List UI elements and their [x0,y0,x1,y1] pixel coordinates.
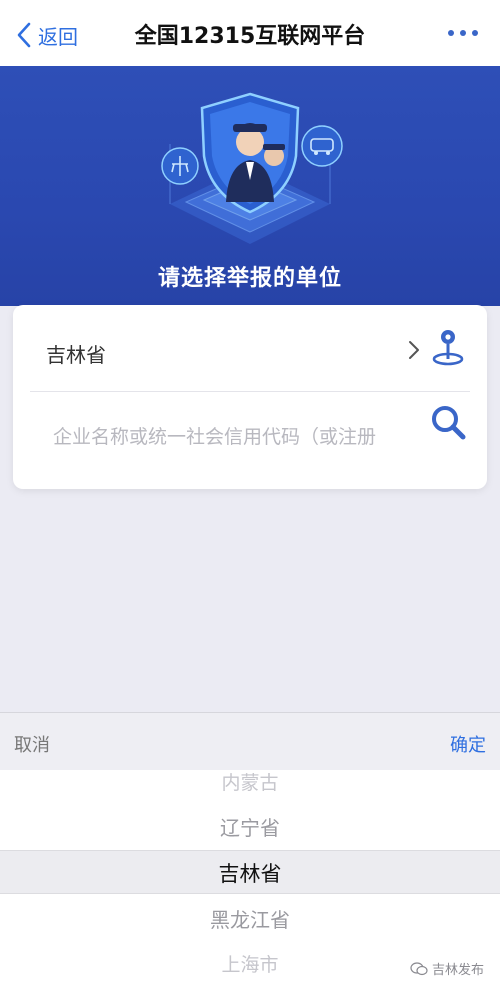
search-icon[interactable] [429,403,467,441]
picker-option[interactable]: 黑龙江省 [0,904,500,933]
banner-heading: 请选择举报的单位 [157,266,342,291]
report-form-card: 吉林省 [13,305,487,489]
more-dot-icon [472,30,478,36]
page-title: 全国12315互联网平台 [134,24,366,49]
more-dot-icon [448,30,454,36]
more-options-button[interactable] [448,26,478,40]
watermark-text: 吉林发布 [431,963,484,978]
wechat-icon [410,961,428,975]
picker-toolbar: 取消 确定 [0,712,500,770]
more-dot-icon [460,30,466,36]
source-watermark: 吉林发布 [410,959,484,978]
picker-cancel-button[interactable]: 取消 [14,731,50,757]
region-picker: 取消 确定 内蒙古 辽宁省 吉林省 黑龙江省 上海市 吉林发布 [0,712,500,992]
company-search-input[interactable] [53,417,413,457]
location-pin-icon[interactable] [431,327,465,367]
navigation-bar: 返回 全国12315互联网平台 [0,0,500,66]
header-banner: 请选择举报的单位 [0,66,500,306]
picker-option[interactable]: 内蒙古 [0,770,500,795]
picker-option[interactable]: 辽宁省 [0,812,500,841]
card-divider [30,391,470,392]
region-value: 吉林省 [46,343,106,367]
picker-option-selected[interactable]: 吉林省 [0,858,500,888]
region-selector[interactable]: 吉林省 [13,305,487,391]
picker-confirm-button[interactable]: 确定 [450,731,486,757]
chevron-right-icon [409,341,419,359]
banner-illustration [161,92,343,244]
